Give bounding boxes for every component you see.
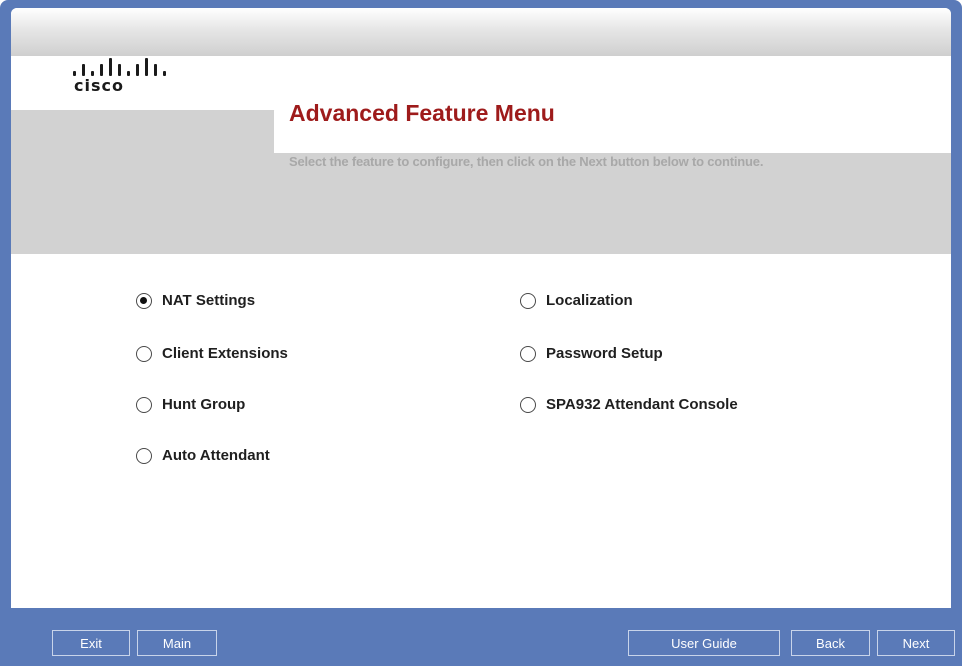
option-localization[interactable]: Localization bbox=[520, 292, 633, 309]
option-label: Hunt Group bbox=[162, 396, 246, 413]
main-button[interactable]: Main bbox=[137, 630, 217, 656]
radio-button[interactable] bbox=[520, 292, 536, 309]
option-nat-settings[interactable]: NAT Settings bbox=[136, 292, 255, 309]
wizard-window: cisco Advanced Feature Menu Select the f… bbox=[0, 0, 962, 666]
cisco-logo-text: cisco bbox=[74, 76, 124, 95]
footer-button-bar: Exit Main User Guide Back Next bbox=[0, 608, 962, 666]
option-label: Localization bbox=[546, 292, 633, 309]
option-client-extensions[interactable]: Client Extensions bbox=[136, 345, 288, 362]
radio-button[interactable] bbox=[136, 447, 152, 464]
cisco-logo: cisco bbox=[70, 42, 190, 102]
next-button[interactable]: Next bbox=[877, 630, 955, 656]
option-label: NAT Settings bbox=[162, 292, 256, 309]
option-label: Password Setup bbox=[546, 345, 663, 362]
page-title: Advanced Feature Menu bbox=[289, 100, 555, 126]
option-label: Auto Attendant bbox=[162, 447, 270, 464]
exit-button[interactable]: Exit bbox=[52, 630, 130, 656]
option-label: Client Extensions bbox=[162, 345, 288, 362]
radio-button[interactable] bbox=[136, 396, 152, 413]
option-password-setup[interactable]: Password Setup bbox=[520, 345, 663, 362]
option-spa932-attendant-console[interactable]: SPA932 Attendant Console bbox=[520, 396, 738, 413]
option-auto-attendant[interactable]: Auto Attendant bbox=[136, 447, 270, 464]
option-hunt-group[interactable]: Hunt Group bbox=[136, 396, 245, 413]
radio-button[interactable] bbox=[136, 345, 152, 362]
radio-button[interactable] bbox=[520, 345, 536, 362]
radio-button[interactable] bbox=[520, 396, 536, 413]
option-label: SPA932 Attendant Console bbox=[546, 396, 738, 413]
cisco-logo-bars-icon bbox=[70, 50, 180, 76]
back-button[interactable]: Back bbox=[791, 630, 870, 656]
radio-button-selected[interactable] bbox=[136, 292, 152, 309]
page-subtitle: Select the feature to configure, then cl… bbox=[289, 154, 764, 169]
user-guide-button[interactable]: User Guide bbox=[628, 630, 780, 656]
